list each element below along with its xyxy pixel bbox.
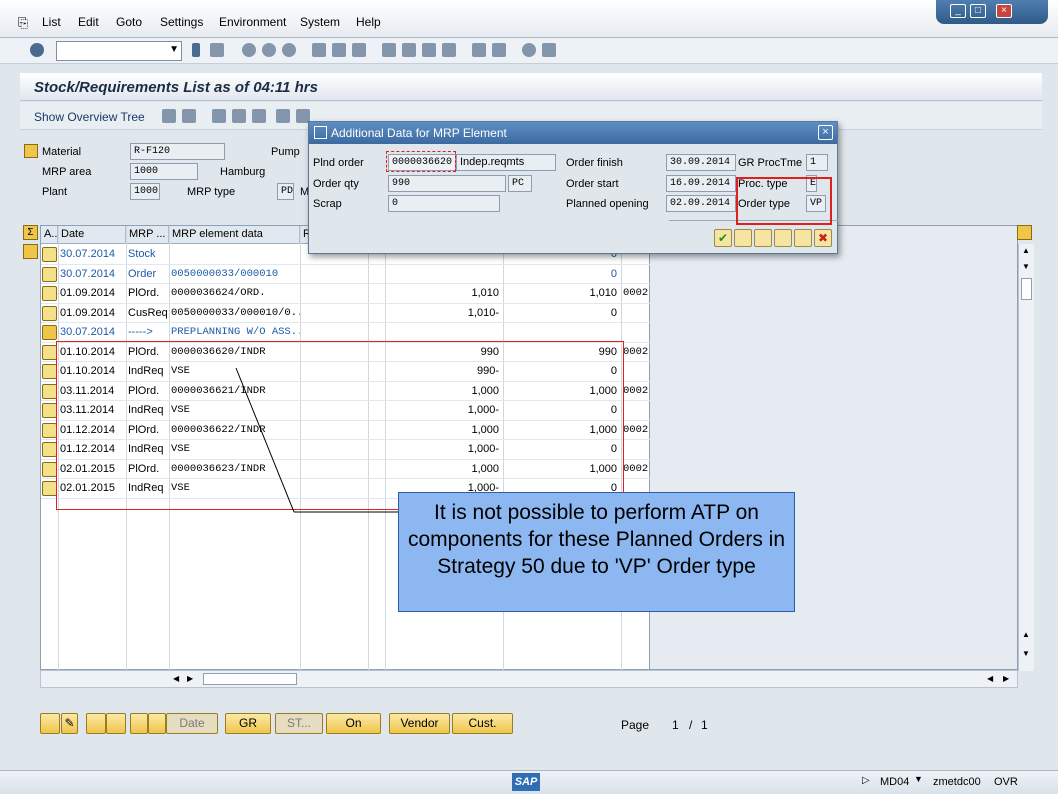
chevron-down-icon[interactable]: ▼ (914, 774, 923, 784)
transaction-code: MD04 (880, 776, 910, 788)
server-name: zmetdc00 (933, 776, 981, 788)
callout-pointer (235, 367, 398, 513)
status-bar: SAP ▷ MD04 ▼ zmetdc00 OVR (0, 770, 1058, 794)
input-mode: OVR (994, 776, 1018, 788)
status-expand-icon[interactable]: ▷ (862, 775, 870, 786)
sap-logo: SAP (512, 773, 540, 791)
callout-note: It is not possible to perform ATP on com… (398, 492, 795, 612)
